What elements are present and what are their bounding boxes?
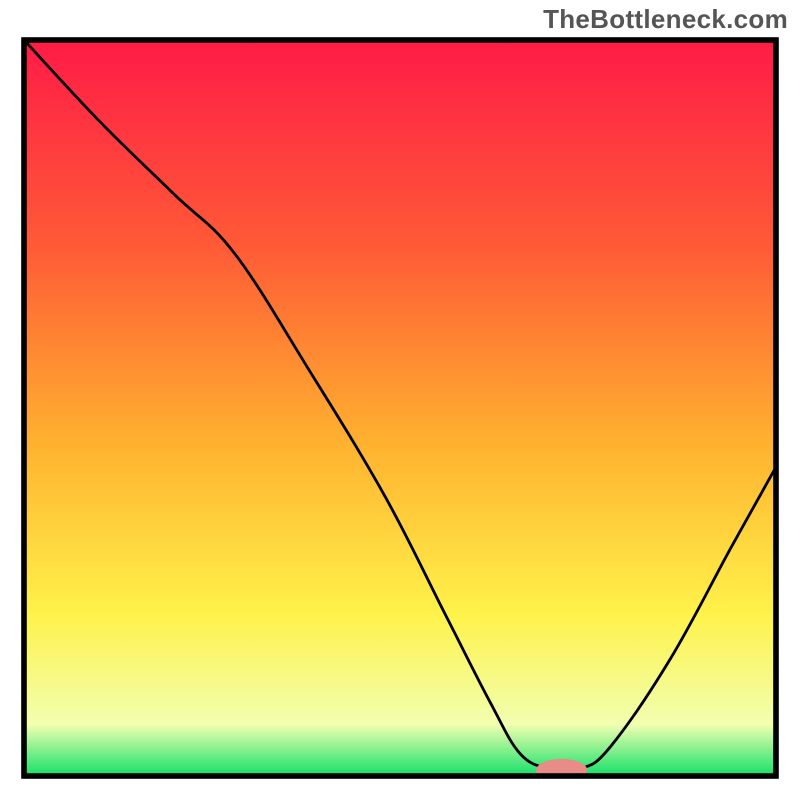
watermark-text: TheBottleneck.com: [543, 4, 788, 35]
bottleneck-chart: [0, 0, 800, 800]
gradient-background: [24, 40, 776, 776]
